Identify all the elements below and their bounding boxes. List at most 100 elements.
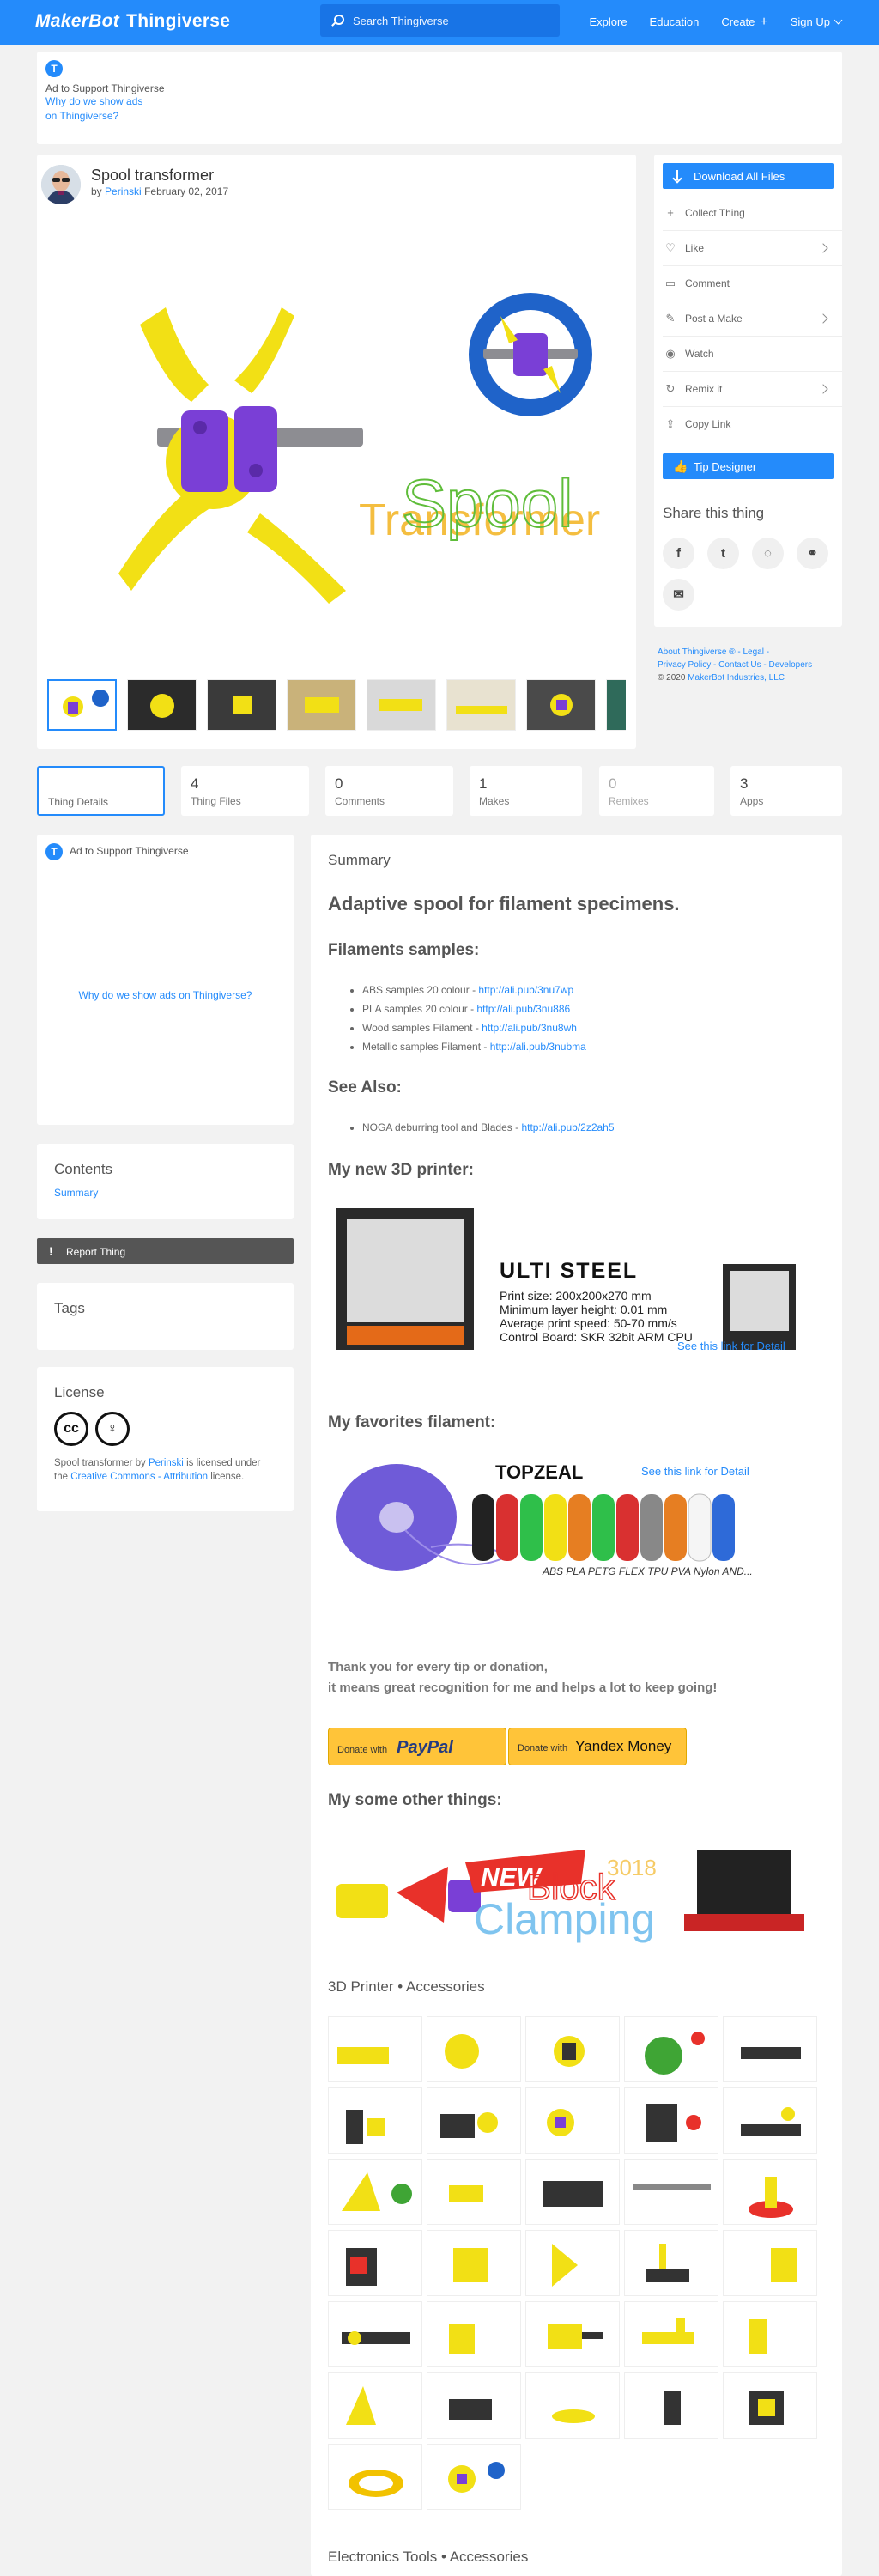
tab-makes[interactable]: 1 Makes	[470, 766, 582, 816]
remix-button[interactable]: ↻ Remix it	[663, 372, 842, 407]
footer-developers[interactable]: Developers	[769, 660, 813, 670]
attribution-icon[interactable]: ♀	[95, 1412, 130, 1446]
share-icon: ⇪	[665, 417, 676, 430]
thing-tile[interactable]	[427, 2301, 521, 2367]
creative-commons-icon[interactable]: cc	[54, 1412, 88, 1446]
hero-image[interactable]: Transformer Spool	[37, 213, 636, 665]
tab-thing-details[interactable]: Thing Details	[37, 766, 165, 816]
tab-comments[interactable]: 0 Comments	[325, 766, 453, 816]
thing-tile[interactable]	[525, 2301, 620, 2367]
nav-signup[interactable]: Sign Up	[791, 15, 843, 28]
left-ad-why-link[interactable]: Why do we show ads on Thingiverse?	[37, 989, 294, 1001]
facebook-icon[interactable]: f	[663, 538, 694, 569]
contents-heading: Contents	[54, 1161, 113, 1177]
license-link[interactable]: Creative Commons - Attribution	[70, 1472, 208, 1482]
thing-tile[interactable]	[328, 2301, 422, 2367]
nav-education[interactable]: Education	[650, 15, 700, 28]
post-make-button[interactable]: ✎ Post a Make	[663, 301, 842, 337]
report-thing-button[interactable]: ! Report Thing	[37, 1238, 294, 1264]
thumbnail[interactable]	[446, 679, 516, 731]
chevron-down-icon	[834, 15, 843, 25]
list-item-link[interactable]: http://ali.pub/3nu8wh	[482, 1022, 577, 1034]
tab-remixes[interactable]: 0 Remixes	[599, 766, 714, 816]
thing-tile[interactable]	[328, 2016, 422, 2082]
thing-tile[interactable]	[525, 2159, 620, 2225]
thing-tile[interactable]	[525, 2372, 620, 2439]
thumbnail[interactable]	[287, 679, 356, 731]
thumbnail[interactable]	[367, 679, 436, 731]
thumbnail[interactable]	[127, 679, 197, 731]
avatar[interactable]	[41, 165, 81, 204]
thing-tile[interactable]	[427, 2087, 521, 2154]
like-button[interactable]: ♡ Like	[663, 231, 842, 266]
thumbnail[interactable]	[207, 679, 276, 731]
thing-tile[interactable]	[328, 2087, 422, 2154]
twitter-icon[interactable]: t	[707, 538, 739, 569]
collect-thing-button[interactable]: + Collect Thing	[663, 196, 842, 231]
thing-tile[interactable]	[328, 2444, 422, 2510]
thing-tile[interactable]	[723, 2230, 817, 2296]
list-item-link[interactable]: http://ali.pub/2z2ah5	[521, 1121, 614, 1133]
thing-tile[interactable]	[624, 2230, 718, 2296]
nav-explore[interactable]: Explore	[589, 15, 627, 28]
list-item-link[interactable]: http://ali.pub/3nubma	[490, 1041, 586, 1053]
printer-ad-image[interactable]: ULTI STEEL Print size: 200x200x270 mm Mi…	[328, 1204, 809, 1354]
brand-logo[interactable]: MakerBot Thingiverse	[35, 11, 230, 32]
filament-ad-link: See this link for Detail	[641, 1465, 749, 1478]
tab-thing-files[interactable]: 4 Thing Files	[181, 766, 309, 816]
thing-tile[interactable]	[427, 2444, 521, 2510]
footer-privacy[interactable]: Privacy Policy	[658, 660, 711, 670]
thing-tile[interactable]	[624, 2016, 718, 2082]
thing-tile[interactable]	[525, 2016, 620, 2082]
author-link[interactable]: Perinski	[105, 185, 142, 197]
thing-tile[interactable]	[624, 2159, 718, 2225]
donate-yandex-button[interactable]: Donate with Yandex Money	[508, 1728, 687, 1765]
thing-tile[interactable]	[624, 2087, 718, 2154]
thumbnail[interactable]	[526, 679, 596, 731]
thing-tile[interactable]	[723, 2016, 817, 2082]
thing-tile[interactable]	[723, 2159, 817, 2225]
license-author-link[interactable]: Perinski	[149, 1458, 184, 1468]
list-item-link[interactable]: http://ali.pub/3nu7wp	[478, 984, 573, 996]
contents-summary-link[interactable]: Summary	[54, 1187, 276, 1199]
thing-tile[interactable]	[328, 2159, 422, 2225]
comment-button[interactable]: ▭ Comment	[663, 266, 842, 301]
thing-tile[interactable]	[525, 2230, 620, 2296]
download-all-button[interactable]: Download All Files	[663, 163, 834, 189]
footer-contact[interactable]: Contact Us	[718, 660, 761, 670]
footer-about[interactable]: About Thingiverse ®	[658, 647, 736, 657]
thing-tile[interactable]	[328, 2372, 422, 2439]
thing-tile[interactable]	[427, 2230, 521, 2296]
footer-company[interactable]: MakerBot Industries, LLC	[688, 673, 785, 683]
search-input[interactable]	[353, 12, 542, 29]
link-icon[interactable]: ⚭	[797, 538, 828, 569]
tip-designer-button[interactable]: 👍 Tip Designer	[663, 453, 834, 479]
thing-tile[interactable]	[525, 2087, 620, 2154]
thing-tile[interactable]	[328, 2230, 422, 2296]
thing-tile[interactable]	[624, 2301, 718, 2367]
thing-tile[interactable]	[427, 2159, 521, 2225]
footer-legal[interactable]: Legal	[743, 647, 763, 657]
copy-link-button[interactable]: ⇪ Copy Link	[663, 407, 842, 442]
thing-tile[interactable]	[427, 2016, 521, 2082]
thing-tile[interactable]	[427, 2372, 521, 2439]
thing-tile[interactable]	[624, 2372, 718, 2439]
nav-create[interactable]: Create +	[721, 15, 767, 29]
other-things-banner[interactable]: NEW Block Clamping 3018	[328, 1832, 809, 1948]
tab-apps[interactable]: 3 Apps	[730, 766, 842, 816]
tab-count: 0	[335, 775, 343, 792]
list-item-link[interactable]: http://ali.pub/3nu886	[476, 1003, 570, 1015]
thing-tile[interactable]	[723, 2301, 817, 2367]
filament-ad-image[interactable]: TOPZEAL See this link for Detail ABS PLA…	[328, 1453, 809, 1577]
donate-paypal-button[interactable]: Donate with PayPal	[328, 1728, 506, 1765]
thumbnail[interactable]	[47, 679, 117, 731]
search-box[interactable]	[320, 4, 560, 37]
mail-icon[interactable]: ✉	[663, 579, 694, 611]
thing-tile[interactable]	[723, 2372, 817, 2439]
nav-create-label: Create	[721, 15, 755, 28]
thumbnail[interactable]	[606, 679, 626, 731]
thing-tile[interactable]	[723, 2087, 817, 2154]
whatsapp-icon[interactable]: ◌	[752, 538, 784, 569]
ad-why-link[interactable]: Why do we show ads on Thingiverse?	[45, 94, 157, 124]
watch-button[interactable]: ◉ Watch	[663, 337, 842, 372]
